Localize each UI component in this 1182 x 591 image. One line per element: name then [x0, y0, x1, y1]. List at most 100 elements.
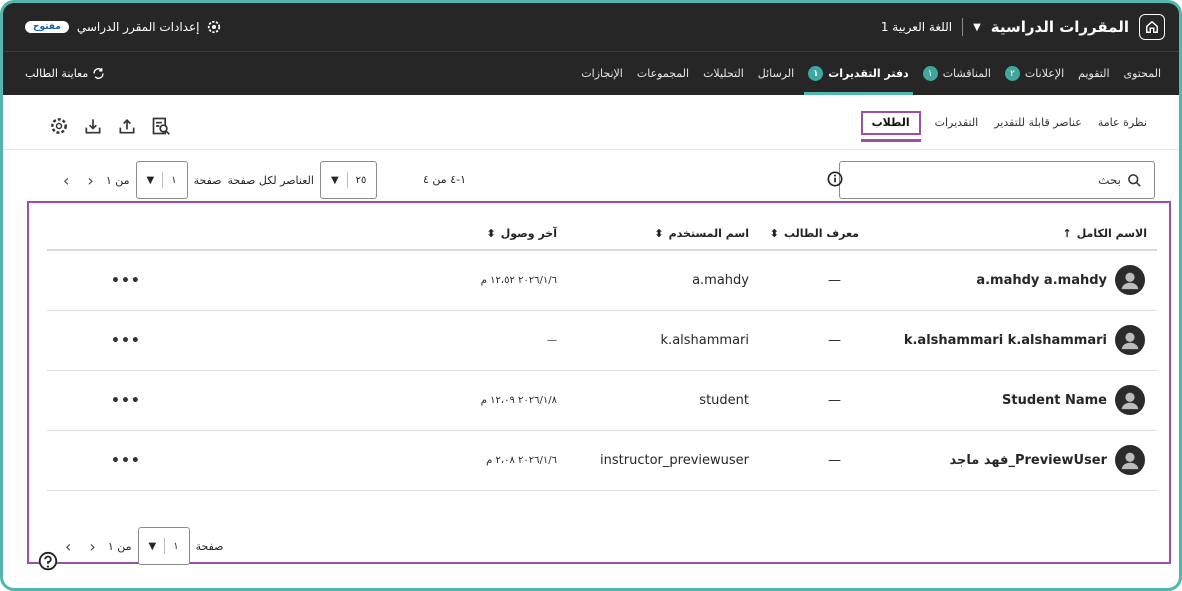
last-access-cell: ٢٠٢٦/١/٦ ٢،٠٨ م	[486, 455, 557, 466]
username-cell: k.alshammari	[660, 333, 749, 348]
per-page-value: ٢٥	[355, 174, 367, 186]
nav-tab-2[interactable]: الإعلانات ٢	[1004, 52, 1065, 95]
chevron-left-icon[interactable]: ‹	[57, 171, 75, 190]
divider	[346, 172, 348, 188]
table-row[interactable]: k.alshammari k.alshammari — k.alshammari — •…	[47, 311, 1157, 371]
courses-menu[interactable]: المقررات الدراسية	[991, 18, 1129, 36]
search-icon	[1128, 173, 1141, 187]
report-search-icon[interactable]	[151, 116, 171, 136]
table-row[interactable]: a.mahdy a.mahdy — a.mahdy ٢٠٢٦/١/٦ ١٢،٥٢ م •…	[47, 251, 1157, 311]
course-settings[interactable]: مفتوح إعدادات المقرر الدراسي	[25, 20, 221, 34]
user-icon	[1121, 332, 1139, 350]
student-name-cell[interactable]: Student Name	[1002, 385, 1145, 415]
result-count: ١-٤ من ٤	[423, 173, 467, 186]
user-icon	[1121, 452, 1139, 470]
home-icon	[1146, 20, 1158, 33]
toolbar	[49, 116, 171, 136]
tab-overview[interactable]: نظرة عامة	[1098, 116, 1147, 129]
per-page-select[interactable]: ▼ ٢٥	[319, 161, 378, 199]
nav-tab-label: المحتوى	[1123, 67, 1161, 80]
info-icon[interactable]	[827, 171, 843, 187]
col-student-id-label: معرف الطالب	[784, 227, 859, 240]
nav-tab-7[interactable]: المجموعات	[637, 52, 689, 95]
tab-grades[interactable]: التقديرات	[935, 116, 979, 129]
tab-gradable-items[interactable]: عناصر قابلة للتقدير	[994, 116, 1082, 129]
refresh-icon	[93, 68, 104, 79]
col-last-access[interactable]: آخر وصول ⬍	[487, 227, 558, 240]
settings-icon[interactable]	[49, 116, 69, 136]
student-name[interactable]: Student Name	[1002, 393, 1107, 408]
upload-icon[interactable]	[117, 116, 137, 136]
divider	[962, 18, 964, 36]
nav-tab-label: التقويم	[1078, 67, 1110, 80]
username-cell: instructor_previewuser	[600, 453, 749, 468]
nav-tab-1[interactable]: التقويم	[1078, 52, 1109, 95]
nav-tab-0[interactable]: المحتوى	[1124, 52, 1161, 95]
nav-tab-3[interactable]: المناقشات ١	[922, 52, 991, 95]
student-name[interactable]: فهد ماجد_PreviewUser	[950, 453, 1108, 468]
divider	[164, 538, 166, 554]
col-last-access-label: آخر وصول	[500, 227, 557, 240]
last-access-cell: ٢٠٢٦/١/٨ ١٢،٠٩ م	[480, 395, 557, 406]
top-bar: مفتوح إعدادات المقرر الدراسي اللغة العرب…	[3, 3, 1179, 51]
last-access-cell: ٢٠٢٦/١/٦ ١٢،٥٢ م	[480, 275, 557, 286]
page-label: صفحة	[193, 173, 222, 187]
nav-tab-label: التحليلات	[703, 67, 744, 80]
table-row[interactable]: فهد ماجد_PreviewUser — instructor_previewu…	[47, 431, 1157, 491]
sort-icon: ⬍	[486, 227, 496, 240]
more-options-icon[interactable]: •••	[111, 453, 141, 469]
search-input[interactable]: بحث	[839, 161, 1155, 199]
chevron-down-icon[interactable]: ▼	[973, 22, 981, 33]
col-username-label: اسم المستخدم	[668, 227, 749, 240]
nav-tab-6[interactable]: التحليلات	[703, 52, 744, 95]
students-table: الاسم الكامل ↑ معرف الطالب ⬍ اسم المستخد…	[27, 201, 1171, 565]
page-select[interactable]: ▼ ١	[135, 161, 188, 199]
more-options-icon[interactable]: •••	[111, 333, 141, 349]
nav-tab-5[interactable]: الرسائل	[758, 52, 794, 95]
avatar	[1115, 265, 1145, 295]
col-student-id[interactable]: معرف الطالب ⬍	[770, 227, 859, 240]
student-name-cell[interactable]: a.mahdy a.mahdy	[976, 265, 1145, 295]
more-options-icon[interactable]: •••	[111, 273, 141, 289]
page-of-label: من ١	[105, 173, 130, 187]
col-full-name[interactable]: الاسم الكامل ↑	[1062, 227, 1147, 240]
nav-tab-8[interactable]: الإنجازات	[581, 52, 623, 95]
count-badge: ١	[808, 66, 824, 81]
nav-tab-4[interactable]: دفتر التقديرات ١	[804, 52, 914, 95]
page-label: صفحة	[195, 539, 224, 553]
student-preview-label: معاينة الطالب	[25, 67, 89, 80]
col-username[interactable]: اسم المستخدم ⬍	[654, 227, 749, 240]
page-value: ١	[173, 540, 179, 552]
per-page-label: العناصر لكل صفحة	[227, 173, 314, 187]
chevron-right-icon[interactable]: ›	[81, 171, 99, 190]
student-id-cell: —	[828, 273, 841, 288]
nav-tab-label: الإعلانات	[1024, 67, 1065, 80]
count-badge: ٢	[1004, 66, 1020, 81]
nav-tab-label: الإنجازات	[581, 67, 623, 80]
chevron-right-icon[interactable]: ›	[83, 537, 101, 556]
student-name-cell[interactable]: k.alshammari k.alshammari	[904, 325, 1145, 355]
col-full-name-label: الاسم الكامل	[1076, 227, 1147, 240]
page-of-label: من ١	[107, 539, 132, 553]
nav-tab-label: المجموعات	[636, 67, 690, 80]
sort-icon: ⬍	[769, 227, 779, 240]
gradebook-header: نظرة عامة عناصر قابلة للتقدير التقديرات …	[3, 96, 1179, 150]
help-icon[interactable]	[37, 551, 59, 573]
search-placeholder: بحث	[1098, 173, 1121, 187]
home-button[interactable]	[1139, 14, 1165, 40]
page-select[interactable]: ▼ ١	[137, 527, 190, 565]
download-icon[interactable]	[83, 116, 103, 136]
tab-students[interactable]: الطلاب	[860, 111, 921, 142]
student-name[interactable]: k.alshammari k.alshammari	[904, 333, 1107, 348]
student-name-cell[interactable]: فهد ماجد_PreviewUser	[950, 445, 1145, 475]
table-row[interactable]: Student Name — student ٢٠٢٦/١/٨ ١٢،٠٩ م •••	[47, 371, 1157, 431]
divider	[162, 172, 164, 188]
student-preview-button[interactable]: معاينة الطالب	[25, 67, 105, 80]
student-name[interactable]: a.mahdy a.mahdy	[976, 273, 1107, 288]
chevron-left-icon[interactable]: ‹	[59, 537, 77, 556]
course-nav: معاينة الطالب المحتوى التقويم الإعلانات ٢ ال…	[3, 51, 1179, 95]
nav-tab-label: المناقشات	[942, 67, 991, 80]
nav-tab-label: دفتر التقديرات	[828, 67, 909, 80]
more-options-icon[interactable]: •••	[111, 393, 141, 409]
course-settings-label[interactable]: إعدادات المقرر الدراسي	[77, 20, 200, 34]
